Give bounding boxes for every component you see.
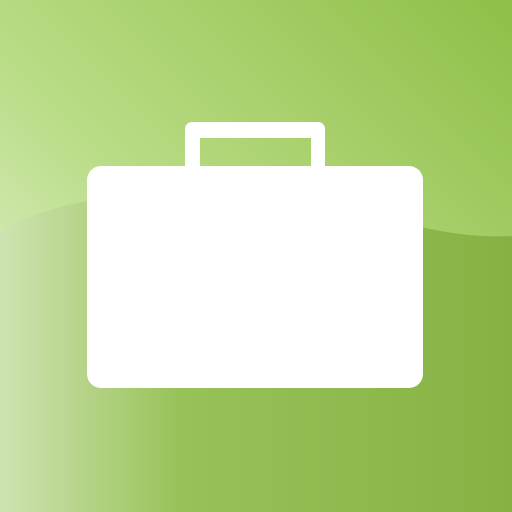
app-icon-graphic [0,0,512,512]
briefcase-body [87,166,423,388]
app-icon[interactable] [0,0,512,512]
